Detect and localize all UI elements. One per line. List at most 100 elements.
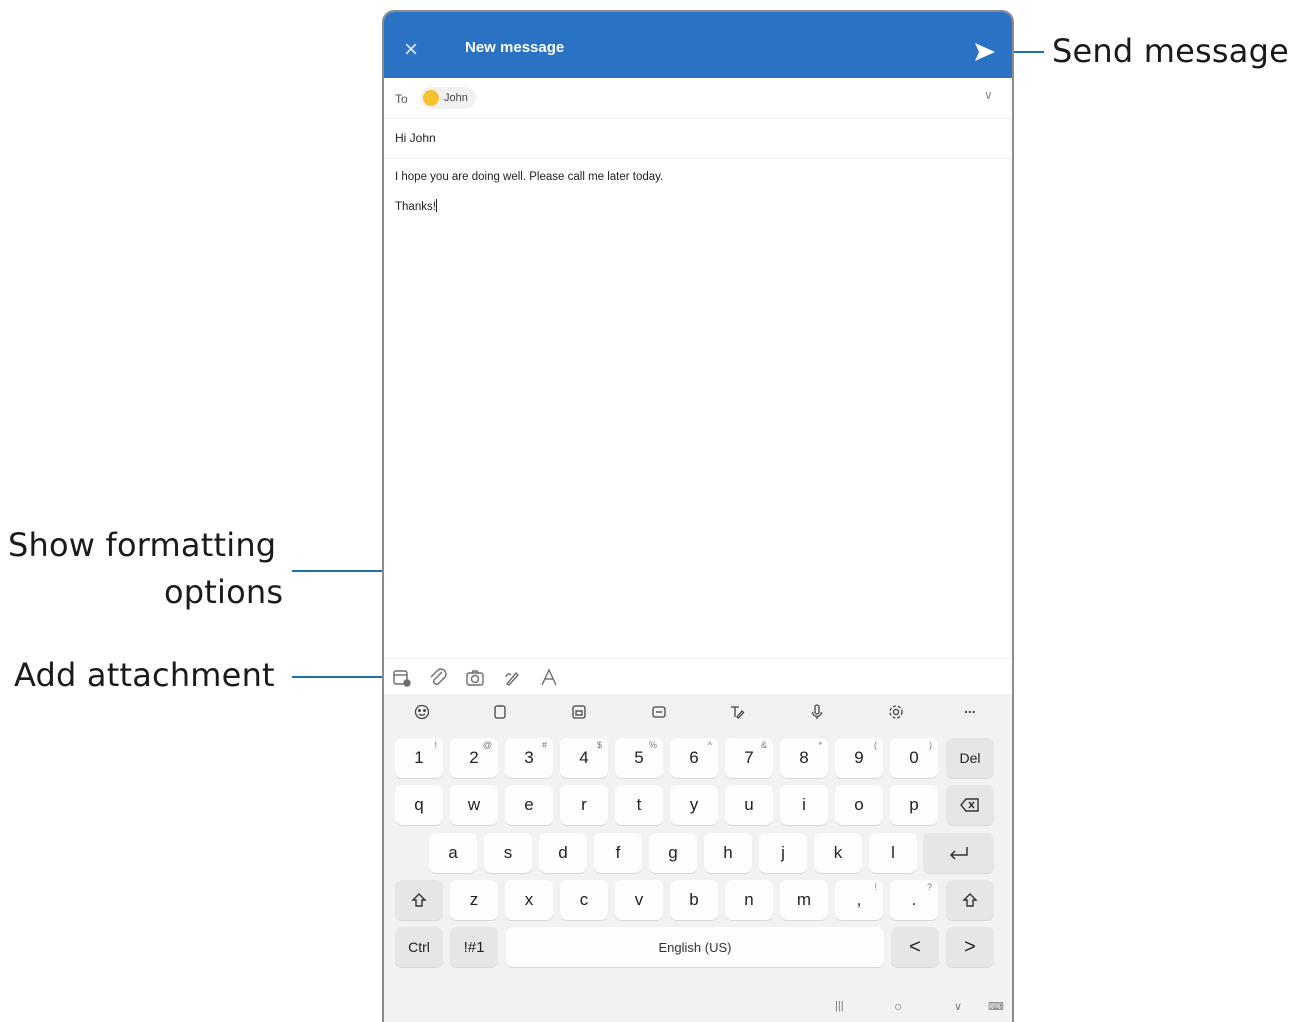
system-nav-bar: ||| ○ ∨ ⌨ (384, 992, 1012, 1022)
key-u-label: u (744, 795, 754, 814)
key-4[interactable]: 4 $ (560, 738, 608, 778)
cursor-left-key[interactable]: < (891, 927, 939, 967)
key-k[interactable]: k (814, 833, 862, 873)
key-a[interactable]: a (429, 833, 477, 873)
key-5-sup: % (648, 740, 657, 750)
recipient-chip[interactable]: John (420, 87, 476, 109)
key-2[interactable]: 2 @ (450, 738, 498, 778)
key-g[interactable]: g (649, 833, 697, 873)
key-8-sup: * (818, 740, 822, 750)
key-y-label: y (689, 795, 699, 814)
key-5[interactable]: 5% (615, 738, 663, 778)
key-p[interactable]: p (890, 785, 938, 825)
key-t-label: t (636, 795, 642, 814)
shift-key-left[interactable] (395, 880, 443, 920)
key-0[interactable]: 0) (890, 738, 938, 778)
symbols-key[interactable]: !#1 (450, 927, 498, 967)
key-period[interactable]: . ? (890, 880, 938, 920)
key-9[interactable]: 9( (835, 738, 883, 778)
recents-button[interactable]: ||| (835, 1000, 844, 1012)
key-o[interactable]: o (835, 785, 883, 825)
settings-icon[interactable] (887, 703, 905, 721)
key-c[interactable]: c (560, 880, 608, 920)
key-1[interactable]: 1! (395, 738, 443, 778)
key-e[interactable]: e (505, 785, 553, 825)
key-f[interactable]: f (594, 833, 642, 873)
key-8-label: 8 (799, 748, 809, 767)
key-r[interactable]: r (560, 785, 608, 825)
key-l-label: l (891, 843, 895, 862)
key-b[interactable]: b (670, 880, 718, 920)
key-n[interactable]: n (725, 880, 773, 920)
key-z[interactable]: z (450, 880, 498, 920)
key-7[interactable]: 7 & (725, 738, 773, 778)
body-line-1[interactable]: I hope you are doing well. Please call m… (395, 171, 663, 183)
shift-key-right[interactable] (946, 880, 994, 920)
paperclip-icon[interactable] (427, 667, 449, 689)
key-p-label: p (909, 795, 919, 814)
key-z-label: z (469, 890, 479, 909)
backspace-icon (960, 798, 979, 812)
key-j[interactable]: j (759, 833, 807, 873)
back-button[interactable]: ∨ (954, 1000, 962, 1013)
space-bar[interactable]: English (US) (506, 927, 884, 967)
cursor-right-key[interactable]: > (946, 927, 994, 967)
key-h[interactable]: h (704, 833, 752, 873)
more-icon[interactable]: ... (964, 700, 982, 718)
emoji-icon[interactable] (413, 703, 431, 721)
key-q-label: q (414, 795, 424, 814)
key-c-label: c (579, 890, 589, 909)
compose-toolbar (384, 658, 1012, 695)
key-s-label: s (503, 843, 513, 862)
camera-icon[interactable] (464, 667, 486, 689)
key-d[interactable]: d (539, 833, 587, 873)
delete-key[interactable]: Del (946, 738, 994, 778)
clipboard-icon[interactable] (491, 703, 509, 721)
key-comma[interactable]: , ! (835, 880, 883, 920)
one-handed-icon[interactable] (650, 703, 668, 721)
keyboard-mode-icon[interactable] (570, 703, 588, 721)
callout-add-attachment: Add attachment (14, 656, 275, 694)
key-u[interactable]: u (725, 785, 773, 825)
key-2-label: 2 (469, 748, 479, 767)
key-m[interactable]: m (780, 880, 828, 920)
send-icon[interactable] (973, 41, 997, 63)
chevron-down-icon[interactable]: ∨ (984, 88, 993, 102)
ctrl-key[interactable]: Ctrl (395, 927, 443, 967)
key-8[interactable]: 8 * (780, 738, 828, 778)
key-i[interactable]: i (780, 785, 828, 825)
pen-icon[interactable] (502, 667, 524, 689)
key-1-label: 1 (414, 748, 424, 767)
on-screen-keyboard: ... Del , ! . ? Ctrl !#1 English (US) < … (384, 694, 1012, 1022)
calendar-attach-icon[interactable] (391, 667, 413, 689)
microphone-icon[interactable] (808, 703, 826, 721)
subject-field[interactable]: Hi John (384, 118, 1012, 159)
key-w[interactable]: w (450, 785, 498, 825)
avatar (423, 90, 439, 106)
key-m-label: m (796, 890, 812, 909)
text-format-icon[interactable] (538, 667, 560, 689)
backspace-key[interactable] (946, 785, 994, 825)
send-leader-line (1010, 51, 1044, 53)
home-button[interactable]: ○ (894, 998, 902, 1014)
to-field[interactable]: To John ∨ (384, 78, 1012, 119)
key-a-label: a (448, 843, 458, 862)
key-s[interactable]: s (484, 833, 532, 873)
handwriting-icon[interactable] (728, 703, 746, 721)
key-t[interactable]: t (615, 785, 663, 825)
key-y[interactable]: y (670, 785, 718, 825)
key-x[interactable]: x (505, 880, 553, 920)
key-3[interactable]: 3 # (505, 738, 553, 778)
key-v[interactable]: v (615, 880, 663, 920)
close-icon[interactable]: × (398, 37, 424, 63)
page-title: New message (465, 39, 565, 56)
tablet-screen: × New message To John ∨ Hi John I hope y… (382, 10, 1014, 1022)
key-period-label: . (911, 890, 917, 909)
key-q[interactable]: q (395, 785, 443, 825)
enter-key[interactable] (923, 833, 994, 873)
key-period-sup: ? (926, 882, 932, 892)
key-6[interactable]: 6 ^ (670, 738, 718, 778)
body-line-2[interactable]: Thanks! (395, 199, 437, 213)
keyboard-switch-icon[interactable]: ⌨ (988, 1000, 1004, 1013)
key-l[interactable]: l (869, 833, 917, 873)
